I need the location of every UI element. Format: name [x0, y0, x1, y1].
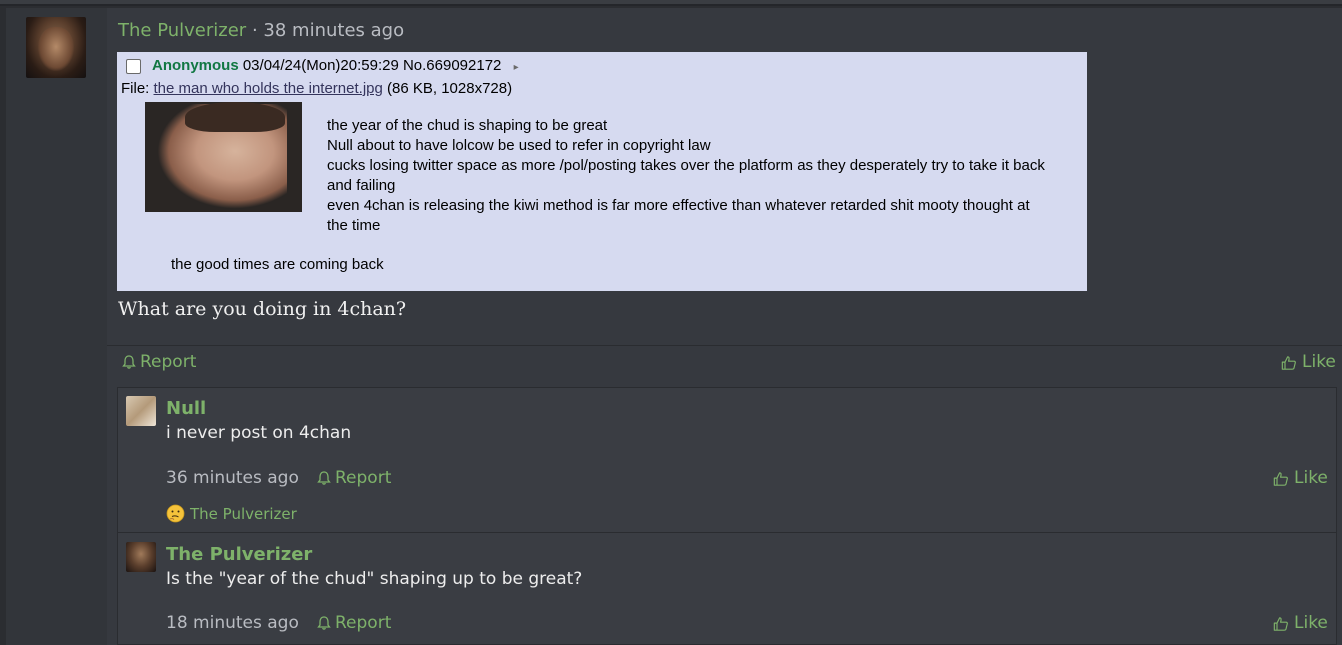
reply-text: i never post on 4chan	[166, 423, 352, 443]
bell-icon	[316, 615, 332, 631]
chan-datetime: 03/04/24(Mon)20:59:29	[242, 57, 399, 74]
post-checkbox[interactable]	[126, 59, 141, 74]
reply-avatar[interactable]	[126, 542, 156, 572]
replies-list: Null i never post on 4chan 36 minutes ag…	[117, 387, 1337, 645]
thumbs-up-icon	[1273, 615, 1289, 631]
chan-line: Null about to have lolcow be used to ref…	[327, 137, 711, 154]
chan-line: cucks losing twitter space as more /pol/…	[327, 157, 1045, 194]
separator: ·	[251, 20, 258, 41]
chan-thumbnail-image[interactable]	[145, 102, 302, 212]
like-label: Like	[1294, 613, 1328, 633]
reply-author-link[interactable]: The Pulverizer	[166, 544, 312, 565]
report-button[interactable]: Report	[121, 352, 196, 372]
thinking-face-icon	[166, 504, 185, 523]
post-timestamp[interactable]: 38 minutes ago	[263, 20, 404, 41]
like-label: Like	[1294, 468, 1328, 488]
like-label: Like	[1302, 352, 1336, 372]
report-label: Report	[335, 613, 392, 633]
quoted-4chan-post: Anonymous 03/04/24(Mon)20:59:29 No.66909…	[117, 52, 1087, 291]
top-bar	[0, 0, 1342, 6]
reply-report-button[interactable]: Report	[316, 613, 391, 633]
chan-footer-line: the good times are coming back	[171, 256, 384, 273]
file-meta: (86 KB, 1028x728)	[387, 80, 513, 97]
reply-like-button[interactable]: Like	[1273, 468, 1328, 488]
reply-report-button[interactable]: Report	[316, 468, 391, 488]
like-button[interactable]: Like	[1281, 352, 1336, 372]
reply-timestamp[interactable]: 18 minutes ago	[166, 613, 299, 633]
chan-line: the year of the chud is shaping to be gr…	[327, 117, 608, 134]
author-avatar[interactable]	[26, 17, 86, 78]
user-column	[6, 8, 107, 645]
chan-line: even 4chan is releasing the kiwi method …	[327, 197, 1030, 234]
reply-like-button[interactable]: Like	[1273, 613, 1328, 633]
post-message: What are you doing in 4chan?	[118, 298, 407, 320]
report-label: Report	[140, 352, 197, 372]
chan-file-info: File: the man who holds the internet.jpg…	[121, 80, 512, 97]
post-author-link[interactable]: The Pulverizer	[118, 20, 246, 41]
chan-poster-name: Anonymous	[152, 57, 239, 74]
reply-timestamp[interactable]: 36 minutes ago	[166, 468, 299, 488]
file-label: File:	[121, 80, 150, 97]
file-link[interactable]: the man who holds the internet.jpg	[154, 80, 383, 97]
reply-item: Null i never post on 4chan 36 minutes ag…	[118, 388, 1336, 532]
bell-icon	[121, 354, 137, 370]
thumbs-up-icon	[1273, 470, 1289, 486]
reaction-user-link[interactable]: The Pulverizer	[190, 505, 297, 523]
reply-text: Is the "year of the chud" shaping up to …	[166, 569, 583, 589]
menu-arrow-icon[interactable]: ▸	[514, 62, 519, 73]
bell-icon	[316, 470, 332, 486]
chan-post-text: the year of the chud is shaping to be gr…	[327, 116, 1047, 236]
reply-author-link[interactable]: Null	[166, 398, 206, 419]
reply-avatar[interactable]	[126, 396, 156, 426]
reply-item: The Pulverizer Is the "year of the chud"…	[118, 532, 1336, 644]
report-label: Report	[335, 468, 392, 488]
thumbs-up-icon	[1281, 354, 1297, 370]
chan-post-number: No.669092172	[402, 57, 502, 74]
chan-post-header: Anonymous 03/04/24(Mon)20:59:29 No.66909…	[152, 57, 519, 74]
post-header: The Pulverizer · 38 minutes ago	[118, 20, 404, 41]
reactions-bar[interactable]: The Pulverizer	[166, 504, 297, 523]
post-actions	[107, 345, 1342, 381]
